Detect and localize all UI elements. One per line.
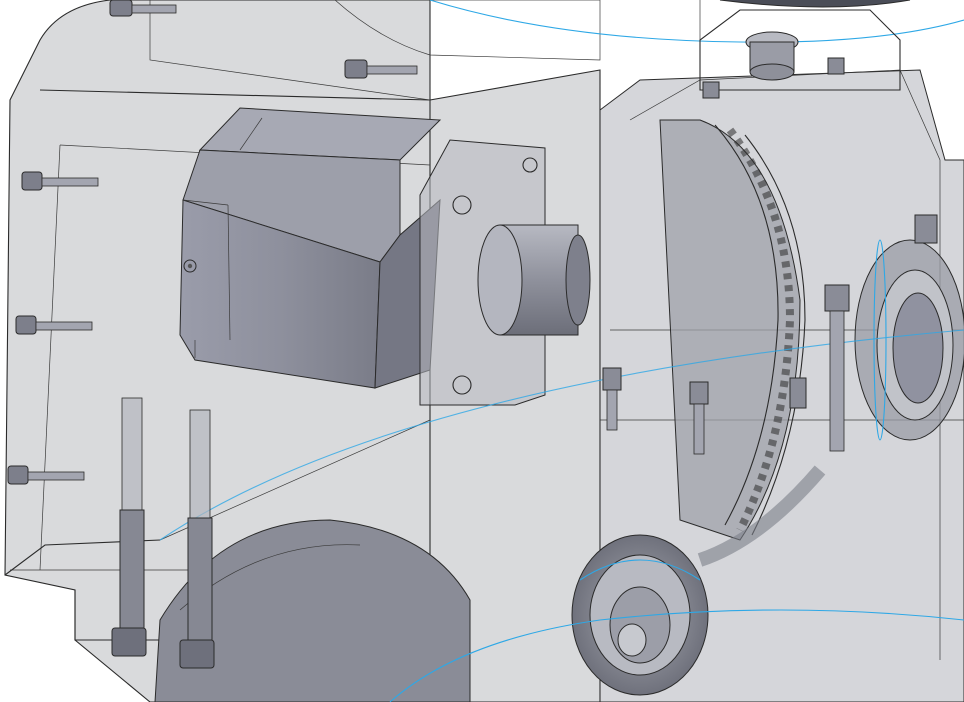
cad-model-render [4, 0, 964, 702]
nut-icon [789, 377, 807, 409]
output-flange [854, 239, 964, 441]
nut-icon [702, 81, 720, 99]
shaft-coupling [477, 224, 591, 336]
cad-viewport[interactable] [0, 0, 964, 702]
nut-icon [914, 214, 938, 244]
stepper-motor [179, 107, 442, 389]
nut-icon [827, 57, 845, 75]
